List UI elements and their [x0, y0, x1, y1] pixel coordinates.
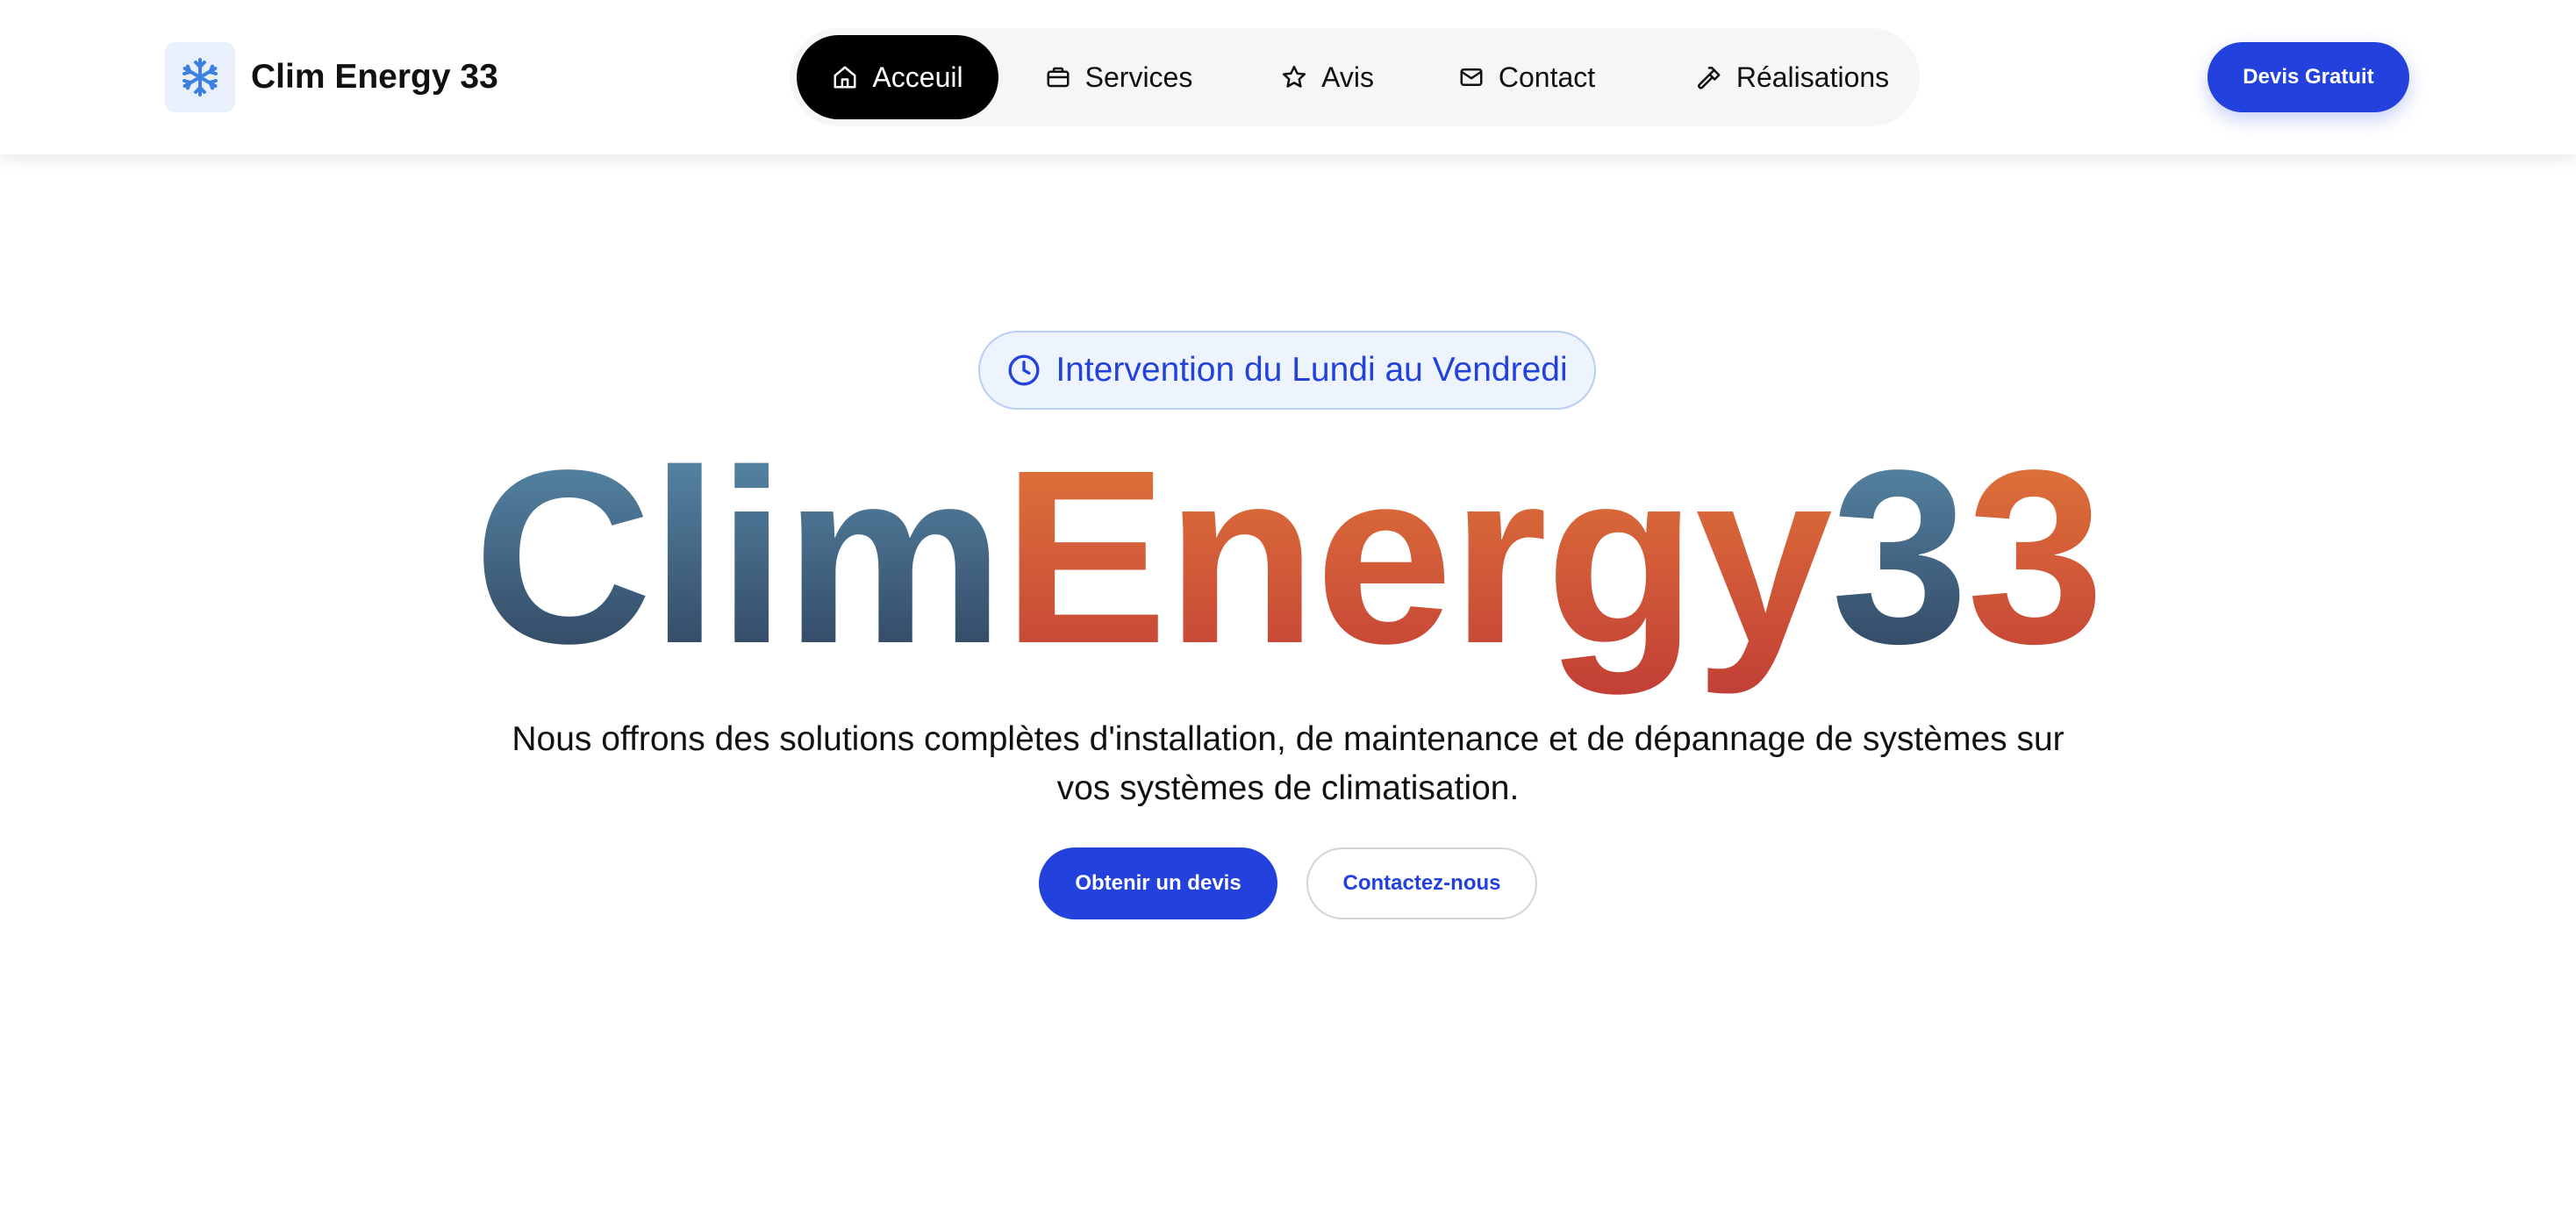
briefcase-icon — [1047, 67, 1070, 88]
nav-item-label: Contact — [1498, 61, 1596, 93]
clock-icon — [1008, 354, 1040, 386]
nav-item-avis[interactable]: Avis — [1270, 35, 1385, 119]
hammer-icon — [1697, 67, 1721, 89]
nav-item-label: Avis — [1321, 61, 1374, 93]
site-header: Clim Energy 33 Acceuil Services Avis Con… — [0, 0, 2576, 154]
snowflake-icon — [182, 58, 218, 97]
nav-item-label: Réalisations — [1735, 61, 1890, 93]
hero-title-part-3b: 3 — [1967, 421, 2105, 695]
hero-title-part-energy: Energy — [1003, 421, 1833, 695]
contact-us-button[interactable]: Contactez-nous — [1306, 847, 1537, 919]
get-quote-button[interactable]: Obtenir un devis — [1039, 847, 1277, 919]
hero-title-part-clim: Clim — [474, 421, 1005, 695]
nav-item-acceuil[interactable]: Acceuil — [797, 35, 998, 119]
home-icon — [834, 66, 856, 89]
hero-description: Nous offrons des solutions complètes d'i… — [512, 720, 2064, 807]
brand-logo[interactable]: Clim Energy 33 — [165, 42, 498, 112]
nav-item-label: Services — [1084, 61, 1193, 93]
star-icon — [1282, 65, 1306, 88]
nav-item-contact[interactable]: Contact — [1439, 35, 1614, 119]
nav-item-services[interactable]: Services — [1027, 35, 1211, 119]
nav-item-label: Acceuil — [872, 61, 963, 93]
main-nav: Acceuil Services Avis Contact Réalisatio… — [790, 28, 1920, 126]
availability-badge: Intervention du Lundi au Vendredi — [978, 331, 1596, 410]
nav-item-realisations[interactable]: Réalisations — [1674, 35, 1911, 119]
free-quote-button[interactable]: Devis Gratuit — [2207, 42, 2409, 112]
brand-name: Clim Energy 33 — [251, 58, 498, 96]
brand-badge — [165, 42, 235, 112]
availability-text: Intervention du Lundi au Vendredi — [1055, 351, 1568, 389]
hero-title: ClimEnergy33 — [0, 421, 2576, 702]
mail-icon — [1460, 68, 1483, 86]
hero-title-part-3a: 3 — [1831, 421, 1969, 695]
